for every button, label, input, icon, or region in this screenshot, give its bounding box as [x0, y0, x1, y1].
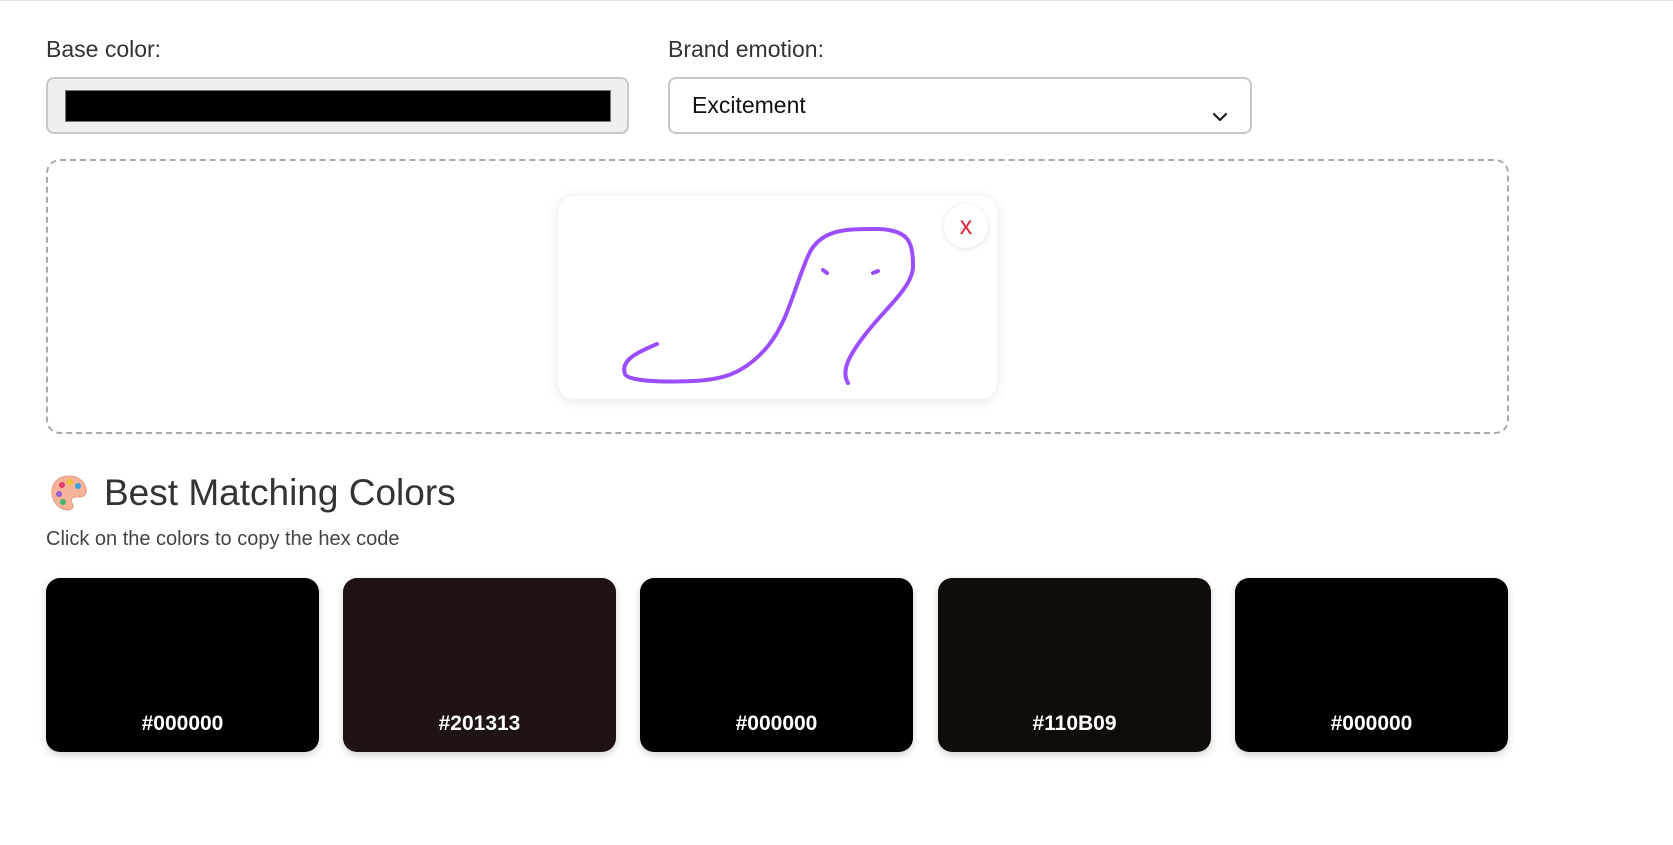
- close-icon: x: [959, 211, 973, 240]
- base-color-preview: [65, 90, 611, 122]
- swatch-hex-label: #000000: [735, 712, 818, 735]
- sketch-drawing: [622, 226, 915, 385]
- base-color-label: Base color:: [46, 36, 162, 62]
- swatch-hex-label: #000000: [1330, 712, 1413, 735]
- color-swatch[interactable]: #000000: [640, 578, 913, 752]
- swatch-hex-label: #000000: [141, 712, 224, 735]
- remove-image-button[interactable]: x: [944, 204, 988, 248]
- results-heading-text: Best Matching Colors: [104, 472, 456, 513]
- results-heading: Best Matching Colors: [48, 472, 456, 514]
- copy-hint: Click on the colors to copy the hex code: [46, 528, 400, 550]
- swatch-hex-label: #201313: [438, 712, 521, 735]
- swatch-hex-label: #110B09: [1032, 712, 1117, 735]
- brand-emotion-value: Excitement: [692, 92, 806, 118]
- brand-emotion-select[interactable]: Excitement: [668, 77, 1252, 134]
- color-swatch[interactable]: #110B09: [938, 578, 1211, 752]
- chevron-down-icon: [1212, 101, 1228, 121]
- color-swatch[interactable]: #201313: [343, 578, 616, 752]
- color-swatch[interactable]: #000000: [46, 578, 319, 752]
- base-color-picker[interactable]: [46, 77, 629, 134]
- brand-emotion-label: Brand emotion:: [668, 36, 824, 62]
- color-swatch[interactable]: #000000: [1235, 578, 1508, 752]
- uploaded-image-preview: [558, 196, 997, 399]
- palette-icon: [51, 475, 87, 511]
- top-divider: [0, 0, 1673, 1]
